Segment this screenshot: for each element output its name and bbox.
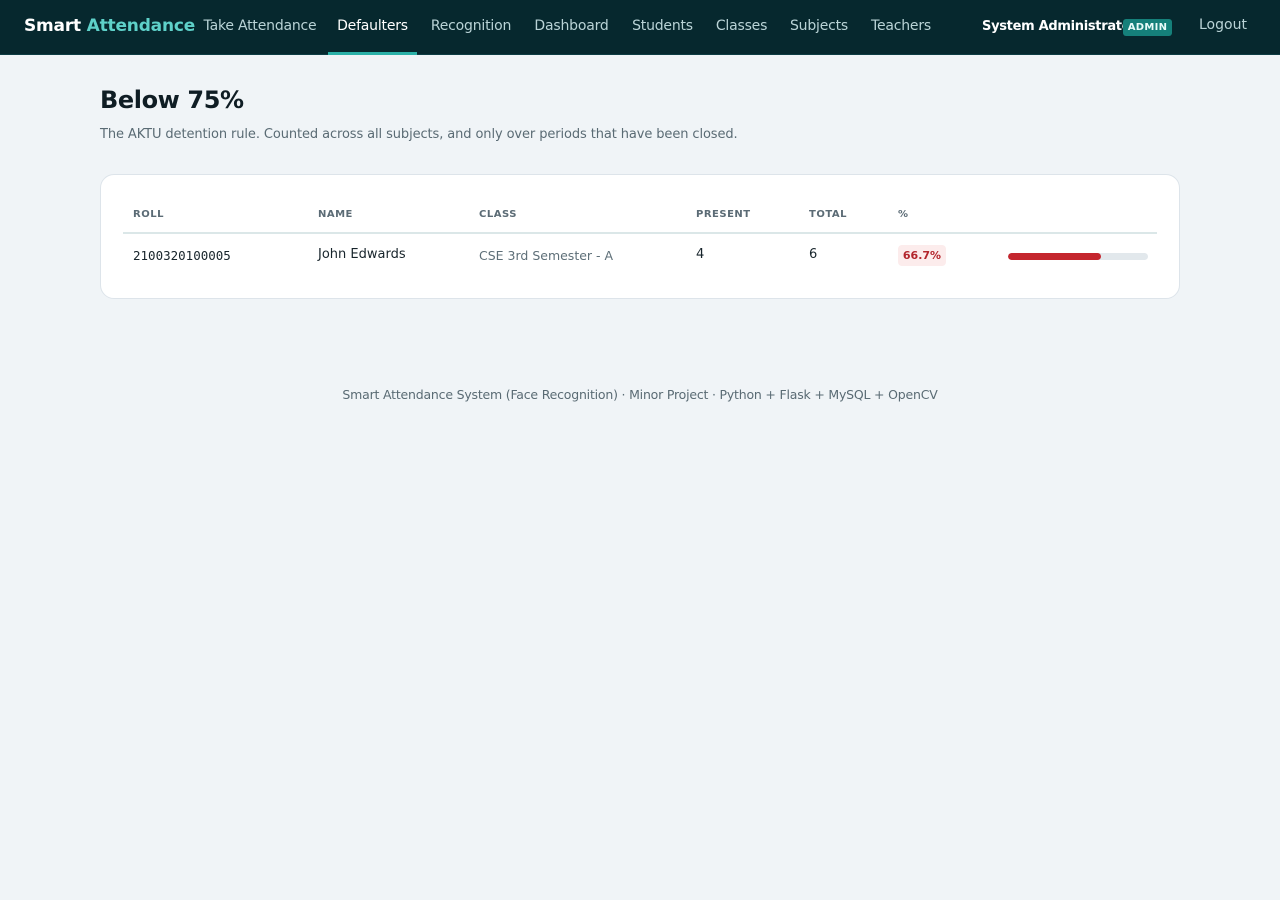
column-header-present: PRESENT (696, 209, 751, 220)
nav-item-dashboard[interactable]: Dashboard (528, 0, 615, 55)
app-brand-logo[interactable]: Smart Attendance (24, 16, 195, 36)
column-header-percent: % (898, 209, 909, 220)
nav-item-defaulters[interactable]: Defaulters (328, 0, 417, 55)
footer-text: Smart Attendance System (Face Recognitio… (342, 387, 938, 402)
cell-name: John Edwards (318, 247, 406, 262)
defaulters-table-card: ROLL NAME CLASS PRESENT TOTAL % 21003201… (100, 174, 1180, 299)
user-role-badge: ADMIN (1123, 19, 1172, 36)
cell-roll: 2100320100005 (133, 248, 231, 263)
logout-link[interactable]: Logout (1199, 17, 1247, 33)
top-navigation-bar: Smart Attendance Take Attendance Default… (0, 0, 1280, 55)
table-header: ROLL NAME CLASS PRESENT TOTAL % (123, 197, 1157, 234)
nav-item-subjects[interactable]: Subjects (784, 0, 854, 55)
brand-name-part1: Smart (24, 16, 81, 36)
nav-item-take-attendance[interactable]: Take Attendance (200, 0, 320, 55)
nav-item-classes[interactable]: Classes (710, 0, 773, 55)
table-row[interactable]: 2100320100005 John Edwards CSE 3rd Semes… (123, 234, 1157, 278)
nav-item-teachers[interactable]: Teachers (865, 0, 937, 55)
page-subtitle: The AKTU detention rule. Counted across … (100, 127, 738, 142)
attendance-progress-bar (1008, 253, 1148, 260)
brand-name-part2: Attendance (86, 16, 196, 36)
cell-class: CSE 3rd Semester - A (479, 248, 614, 263)
current-user-name: System Administrator (982, 19, 1137, 34)
column-header-name: NAME (318, 209, 353, 220)
nav-item-recognition[interactable]: Recognition (424, 0, 518, 55)
attendance-progress-fill (1008, 253, 1102, 260)
column-header-roll: ROLL (133, 209, 164, 220)
page-title: Below 75% (100, 86, 244, 114)
column-header-class: CLASS (479, 209, 517, 220)
attendance-percent-badge: 66.7% (898, 245, 946, 266)
column-header-total: TOTAL (809, 209, 847, 220)
cell-present: 4 (696, 247, 705, 262)
cell-total: 6 (809, 247, 818, 262)
nav-item-students[interactable]: Students (626, 0, 699, 55)
